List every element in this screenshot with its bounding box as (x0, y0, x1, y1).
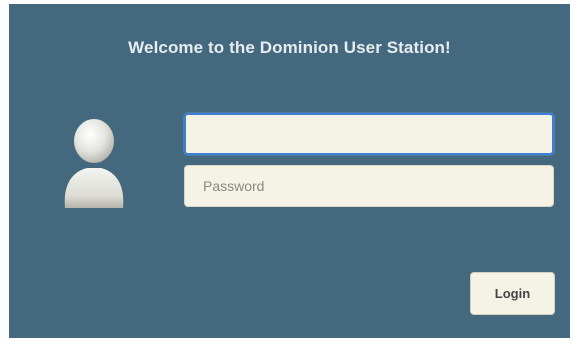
username-input[interactable] (184, 113, 554, 155)
login-button[interactable]: Login (470, 272, 555, 315)
login-window: Welcome to the Dominion User Station! Lo… (9, 4, 570, 338)
password-input[interactable] (184, 165, 554, 207)
welcome-title: Welcome to the Dominion User Station! (128, 38, 451, 57)
user-avatar-icon (64, 119, 124, 208)
